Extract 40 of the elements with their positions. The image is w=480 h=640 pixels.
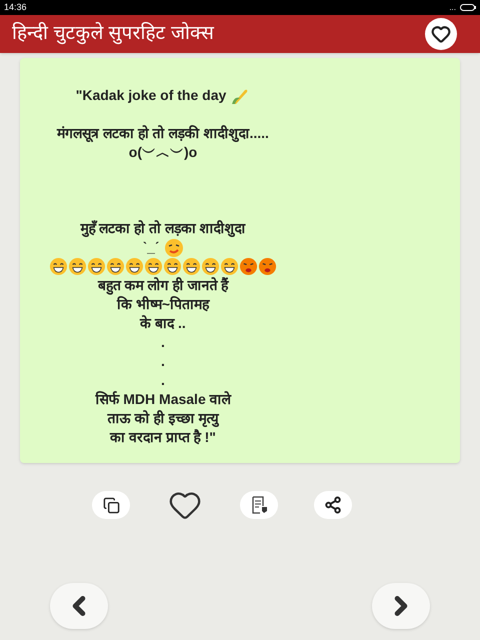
previous-button[interactable]	[50, 583, 108, 629]
joke-text: .	[161, 352, 165, 371]
copy-button[interactable]	[92, 491, 130, 519]
joke-text: के बाद ..	[140, 314, 186, 333]
laughing-face-icon	[201, 257, 220, 276]
joke-text: सिर्फ MDH Masale वाले	[95, 390, 231, 409]
next-button[interactable]	[372, 583, 430, 629]
joke-text: मुहँ लटका हो तो लड़का शादीशुदा	[80, 219, 246, 238]
joke-text: बहुत कम लोग ही जानते हैं	[98, 276, 228, 295]
joke-text: ताऊ को ही इच्छा मृत्यु	[108, 409, 218, 428]
laughing-face-icon	[144, 257, 163, 276]
laughing-face-icon	[87, 257, 106, 276]
app-title: हिन्दी चुटकुले सुपरहिट जोक्स	[12, 21, 214, 46]
joke-text: मंगलसूत्र लटका हो तो लड़की शादीशुदा.....	[57, 124, 269, 143]
laughing-face-icon	[220, 257, 239, 276]
copy-icon	[102, 496, 120, 514]
status-dots: ...	[449, 4, 456, 12]
laughing-face-icon	[182, 257, 201, 276]
share-icon	[324, 496, 342, 514]
status-time: 14:36	[4, 3, 27, 12]
laughing-face-icon	[68, 257, 87, 276]
note-button[interactable]	[240, 491, 278, 519]
angry-face-icon	[258, 257, 277, 276]
joke-text: .	[161, 371, 165, 390]
laughing-face-icon	[163, 257, 182, 276]
joke-text: ˋ_ˊ	[142, 238, 160, 257]
joke-text: कि भीष्म~पितामह	[116, 295, 210, 314]
joke-text: का वरदान प्राप्त है !"	[110, 428, 216, 447]
joke-text: .	[161, 333, 165, 352]
battery-icon	[460, 4, 476, 11]
joke-text: "Kadak joke of the day	[76, 86, 226, 105]
laughing-face-icon	[49, 257, 68, 276]
heart-icon	[431, 24, 451, 44]
note-icon	[250, 496, 268, 514]
joke-text: o(︶︿︶)o	[128, 143, 198, 162]
laughing-face-icon	[125, 257, 144, 276]
angry-face-icon	[239, 257, 258, 276]
favorites-button[interactable]	[425, 18, 457, 50]
share-button[interactable]	[314, 491, 352, 519]
laughing-face-icon	[106, 257, 125, 276]
